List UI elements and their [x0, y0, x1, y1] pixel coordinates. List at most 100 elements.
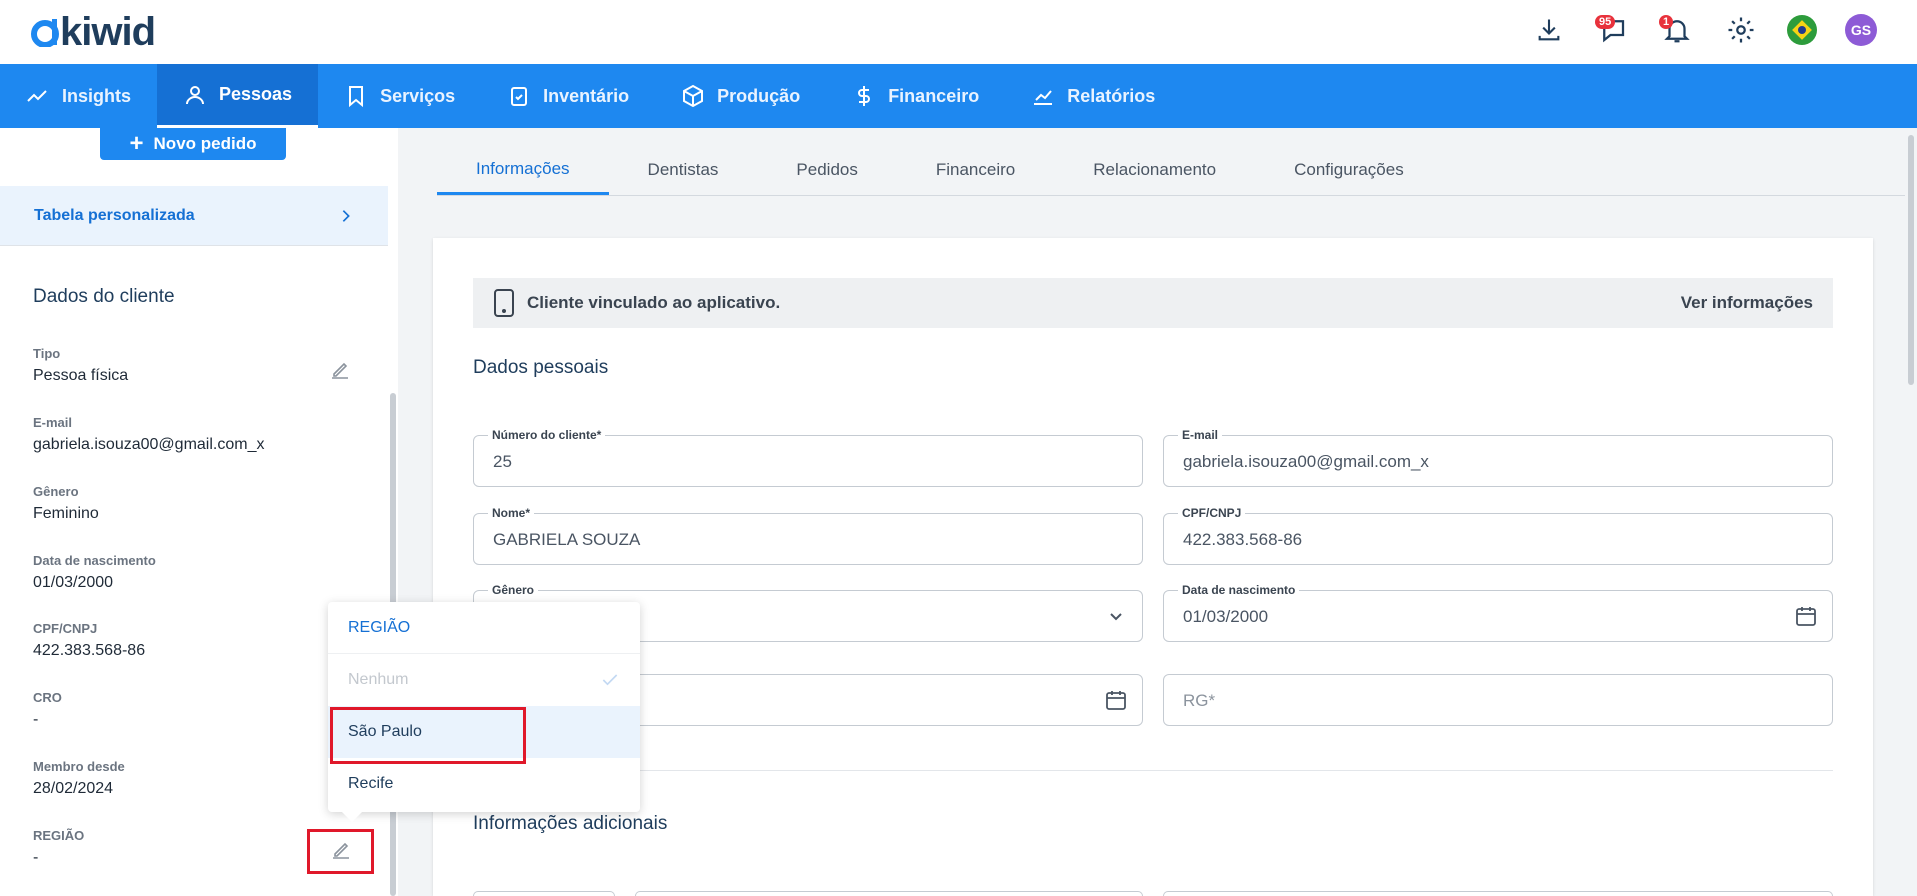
field-value: gabriela.isouza00@gmail.com_x — [33, 436, 265, 453]
input-stub[interactable] — [1163, 891, 1833, 896]
field-email: E-mail gabriela.isouza00@gmail.com_x — [33, 415, 264, 454]
calendar-icon[interactable] — [1104, 688, 1128, 712]
personal-data-title: Dados pessoais — [473, 357, 609, 378]
additional-info-title: Informações adicionais — [473, 813, 668, 834]
field-value: 25 — [493, 452, 512, 471]
client-number-field[interactable]: Número do cliente* 25 — [473, 428, 1143, 487]
brazil-flag-icon[interactable] — [1787, 15, 1817, 45]
tab-configuracoes[interactable]: Configurações — [1255, 145, 1443, 195]
gear-icon[interactable] — [1723, 12, 1759, 48]
nav-item-insights[interactable]: Insights — [0, 64, 157, 128]
tab-financeiro[interactable]: Financeiro — [897, 145, 1054, 195]
nav-item-inventario[interactable]: Inventário — [481, 64, 655, 128]
field-value: - — [33, 711, 39, 728]
new-order-button[interactable]: + Novo pedido — [100, 128, 286, 160]
kiwid-logo[interactable]: kiwid — [30, 9, 156, 54]
nav-item-pessoas[interactable]: Pessoas — [157, 64, 319, 128]
birthdate-field[interactable]: Data de nascimento 01/03/2000 — [1163, 583, 1833, 642]
person-icon — [186, 85, 205, 104]
trend-icon — [27, 90, 47, 102]
nav-item-servicos[interactable]: Serviços — [318, 64, 481, 128]
field-value: 422.383.568-86 — [33, 642, 146, 659]
bell-icon[interactable]: 1 — [1659, 12, 1695, 48]
bookmark-icon — [349, 86, 364, 108]
edit-regiao-highlight — [307, 829, 374, 874]
calendar-icon[interactable] — [1794, 604, 1818, 628]
page-scrollbar[interactable] — [1908, 135, 1914, 385]
field-value: - — [33, 849, 39, 866]
cpf-field[interactable]: CPF/CNPJ 422.383.568-86 — [1163, 506, 1833, 565]
divider — [0, 245, 388, 246]
logo-mark-icon — [31, 19, 59, 47]
field-label: E-mail — [1178, 428, 1223, 442]
field-value: 422.383.568-86 — [1183, 530, 1303, 549]
input-stub[interactable] — [473, 891, 615, 896]
check-icon — [602, 674, 618, 686]
view-info-link[interactable]: Ver informações — [1681, 293, 1813, 313]
nav-label: Financeiro — [888, 85, 980, 106]
chart-icon — [1034, 90, 1053, 105]
tab-relacionamento[interactable]: Relacionamento — [1054, 145, 1255, 195]
field-regiao: REGIÃO - — [33, 828, 84, 867]
field-label: Tipo — [33, 346, 61, 361]
tab-informacoes[interactable]: Informações — [437, 145, 609, 195]
tab-dentistas[interactable]: Dentistas — [609, 145, 758, 195]
edit-tipo-icon[interactable] — [328, 358, 352, 382]
phone-icon — [494, 289, 514, 317]
option-nenhum[interactable]: Nenhum — [328, 654, 640, 706]
field-nascimento: Data de nascimento 01/03/2000 — [33, 553, 156, 592]
download-icon[interactable] — [1531, 12, 1567, 48]
dropdown-header: REGIÃO — [328, 602, 640, 654]
option-recife[interactable]: Recife — [328, 758, 640, 810]
messages-icon[interactable]: 95 — [1595, 12, 1631, 48]
plus-icon: + — [129, 130, 144, 157]
nav-label: Produção — [717, 85, 801, 106]
chevron-down-icon — [1110, 613, 1122, 621]
app-linked-banner: Cliente vinculado ao aplicativo. Ver inf… — [473, 278, 1833, 328]
field-label: Gênero — [488, 583, 539, 597]
field-label: REGIÃO — [33, 828, 85, 843]
messages-badge: 95 — [1595, 15, 1616, 29]
field-value: Feminino — [33, 505, 99, 522]
nav-label: Relatórios — [1067, 85, 1156, 106]
field-label: Nome* — [488, 506, 535, 520]
option-label: Nenhum — [348, 671, 409, 688]
section-divider — [473, 770, 1833, 771]
new-order-label: Novo pedido — [153, 134, 257, 153]
input-stub[interactable] — [635, 891, 1143, 896]
field-cro: CRO - — [33, 690, 62, 729]
field-tipo: Tipo Pessoa física — [33, 346, 128, 385]
nav-item-producao[interactable]: Produção — [655, 64, 826, 128]
field-value: 01/03/2000 — [1183, 607, 1269, 626]
field-placeholder: RG* — [1183, 691, 1216, 710]
field-label: CPF/CNPJ — [1178, 506, 1246, 520]
field-label: Gênero — [33, 484, 79, 499]
tab-pedidos[interactable]: Pedidos — [757, 145, 896, 195]
client-tabs: Informações Dentistas Pedidos Financeiro… — [437, 145, 1443, 195]
field-label: Número do cliente* — [488, 428, 606, 442]
logo-text: kiwid — [60, 9, 156, 54]
nav-item-relatorios[interactable]: Relatórios — [1005, 64, 1181, 128]
top-bar: kiwid 95 1 GS — [0, 0, 1917, 64]
custom-table-link[interactable]: Tabela personalizada — [0, 186, 388, 246]
email-field[interactable]: E-mail gabriela.isouza00@gmail.com_x — [1163, 428, 1833, 487]
avatar[interactable]: GS — [1845, 14, 1877, 46]
rg-field[interactable]: RG* — [1163, 674, 1833, 726]
tabs-divider — [437, 195, 1905, 196]
nav-item-financeiro[interactable]: Financeiro — [826, 64, 1005, 128]
field-label: CRO — [33, 690, 62, 705]
field-label: Data de nascimento — [1178, 583, 1300, 597]
info-card — [433, 238, 1873, 896]
nav-label: Serviços — [380, 85, 456, 106]
main-nav: Insights Pessoas Serviços Inventário Pro… — [0, 64, 1917, 128]
sao-paulo-highlight — [330, 707, 526, 764]
chevron-right-icon — [342, 210, 350, 222]
field-label: Data de nascimento — [33, 553, 156, 568]
custom-table-label: Tabela personalizada — [34, 207, 195, 224]
field-value: GABRIELA SOUZA — [493, 530, 641, 549]
option-label: Recife — [348, 775, 394, 792]
banner-text: Cliente vinculado ao aplicativo. — [527, 293, 781, 312]
nav-label: Pessoas — [219, 84, 293, 104]
field-label: CPF/CNPJ — [33, 621, 98, 636]
name-field[interactable]: Nome* GABRIELA SOUZA — [473, 506, 1143, 565]
